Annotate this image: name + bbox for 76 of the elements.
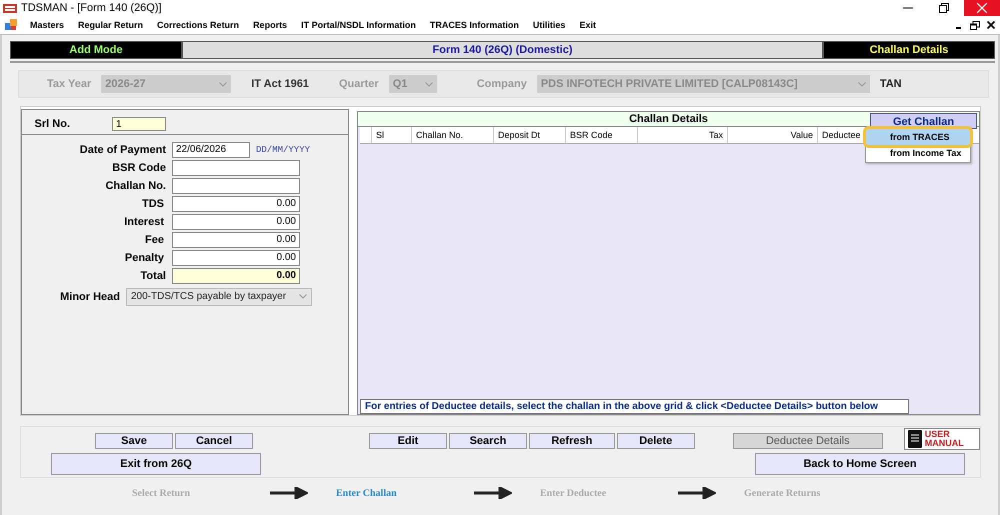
- action-button[interactable]: Save: [95, 433, 173, 449]
- column-header: Value: [728, 127, 818, 143]
- column-header: BSR Code: [566, 127, 638, 143]
- workflow-step: Generate Returns: [744, 488, 882, 498]
- field-label: Srl No.: [34, 118, 71, 130]
- field-label: Challan No.: [104, 180, 167, 192]
- input-field[interactable]: 1: [112, 117, 166, 131]
- field-label: Quarter: [338, 78, 380, 90]
- input-field[interactable]: 0.00: [172, 196, 300, 212]
- menu-item[interactable]: Regular Return: [71, 20, 150, 30]
- input-field[interactable]: 0.00: [172, 250, 300, 266]
- menu-item[interactable]: Utilities: [526, 20, 572, 30]
- menu-item[interactable]: Corrections Return: [150, 20, 246, 30]
- caret-icon: [424, 82, 433, 86]
- action-button[interactable]: Edit: [368, 433, 447, 449]
- field-label: Date of Payment: [78, 144, 167, 156]
- caret-icon: [219, 82, 228, 86]
- menu-item[interactable]: from Income Tax: [866, 145, 970, 161]
- column-header: Challan No.: [412, 127, 494, 143]
- caret-icon: [299, 294, 307, 299]
- workflow-step: Enter Deductee: [540, 488, 678, 498]
- input-field[interactable]: 0.00: [172, 214, 300, 230]
- close-icon: [977, 3, 987, 13]
- action-button[interactable]: Search: [448, 433, 527, 449]
- form-title: Form 140 (26Q) (Domestic): [182, 41, 823, 59]
- action-button[interactable]: Refresh: [528, 433, 615, 449]
- menu-item[interactable]: Exit: [572, 20, 603, 30]
- action-button[interactable]: Delete: [616, 433, 695, 449]
- menu-item[interactable]: from TRACES: [866, 129, 970, 145]
- input-field[interactable]: [172, 160, 300, 176]
- input-field[interactable]: [172, 178, 300, 194]
- dropdown[interactable]: 200-TDS/TCS payable by taxpayer: [126, 288, 312, 306]
- arrow-icon: [474, 487, 512, 499]
- column-header: Tax: [638, 127, 728, 143]
- field-label: TAN: [880, 78, 902, 90]
- input-field[interactable]: 0.00: [172, 232, 300, 248]
- close-icon: [987, 21, 995, 29]
- field-label: Fee: [144, 234, 165, 246]
- field-label: Minor Head: [59, 290, 121, 302]
- field-label: BSR Code: [111, 162, 167, 174]
- menu-item[interactable]: TRACES Information: [422, 20, 526, 30]
- field-label: Interest: [123, 216, 165, 228]
- caret-icon: [858, 82, 866, 86]
- manual-icon: [908, 430, 922, 448]
- arrow-icon: [270, 487, 308, 499]
- workflow-step: Select Return: [132, 488, 270, 498]
- input-field[interactable]: 22/06/2026: [172, 142, 250, 158]
- field-label: TDS: [141, 198, 165, 210]
- menu-item[interactable]: IT Portal/NSDL Information: [294, 20, 423, 30]
- field-label: Company: [476, 78, 528, 90]
- input-field[interactable]: 0.00: [172, 268, 300, 284]
- close-button[interactable]: [984, 18, 998, 32]
- menu-item[interactable]: Reports: [246, 20, 294, 30]
- field-label: Total: [140, 270, 167, 282]
- field-label: Penalty: [124, 252, 165, 264]
- app-icon: [3, 2, 17, 14]
- column-header: Deposit Dt: [494, 127, 566, 143]
- restore-icon: [970, 20, 980, 30]
- action-button[interactable]: Exit from 26Q: [51, 453, 261, 475]
- date-format-hint: DD/MM/YYYY: [256, 144, 310, 154]
- grid-hint: For entries of Deductee details, select the challan in the above grid & click <Deductee Details> button below: [360, 399, 909, 414]
- action-button[interactable]: Back to Home Screen: [755, 453, 965, 475]
- section-title: Challan Details: [823, 41, 995, 59]
- field-label: Tax Year: [46, 78, 92, 90]
- restore-button[interactable]: [968, 18, 982, 32]
- window-title: TDSMAN - [Form 140 (26Q)]: [21, 2, 162, 14]
- action-button[interactable]: Cancel: [174, 433, 253, 449]
- workflow-step: Enter Challan: [336, 488, 474, 498]
- menu-item[interactable]: Masters: [23, 20, 72, 30]
- column-header: Sl: [372, 127, 412, 143]
- app-menu-icon: [5, 19, 17, 31]
- act-label: IT Act 1961: [250, 78, 310, 90]
- restore-icon: [939, 3, 949, 13]
- user-manual-button[interactable]: USER MANUAL: [904, 428, 980, 450]
- mode-indicator: Add Mode: [10, 41, 182, 59]
- arrow-icon: [678, 487, 716, 499]
